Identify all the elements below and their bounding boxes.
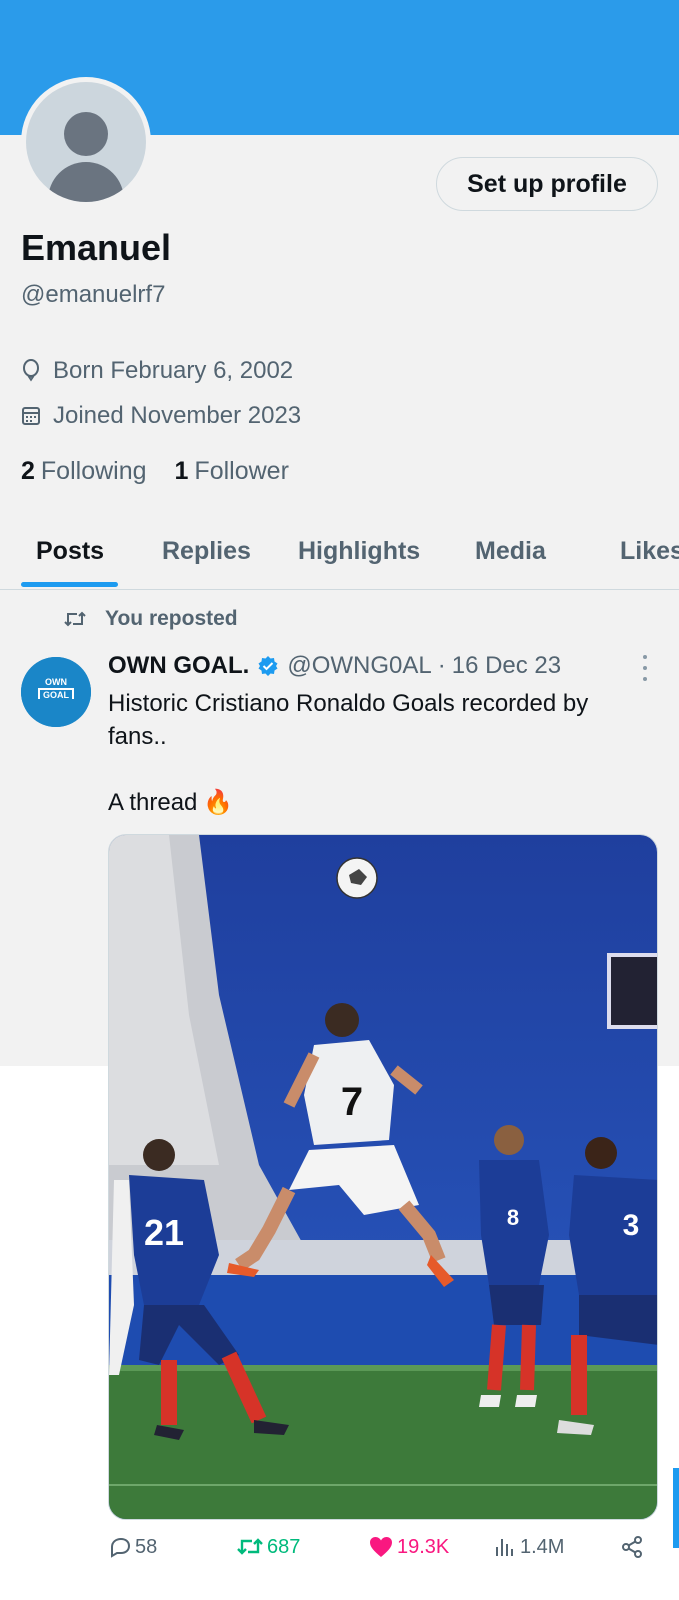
repost-icon (64, 611, 86, 627)
football-photo-icon: 7 21 8 3 (109, 835, 657, 1519)
svg-text:8: 8 (507, 1205, 519, 1230)
repost-count: 687 (267, 1535, 301, 1558)
reply-action[interactable]: 58 (108, 1535, 157, 1559)
views-action[interactable]: 1.4M (493, 1535, 564, 1559)
like-action[interactable]: 19.3K (368, 1535, 449, 1559)
date-separator: · (437, 652, 446, 679)
post-thread-line: A thread 🔥 (108, 788, 233, 817)
author-avatar[interactable]: OWN GOAL (21, 657, 91, 727)
repost-indicator: You reposted (63, 607, 238, 631)
follow-stats: 2 Following 1 Follower (21, 457, 317, 486)
profile-name: Emanuel (21, 227, 172, 268)
own-goal-logo-icon: OWN GOAL (21, 657, 91, 727)
calendar-icon (22, 407, 40, 425)
tab-posts[interactable]: Posts (36, 537, 104, 566)
active-tab-indicator (21, 582, 118, 587)
author-name[interactable]: OWN GOAL. (108, 652, 249, 680)
logo-text-top: OWN (45, 677, 67, 687)
author-handle[interactable]: @OWNG0AL (287, 652, 431, 680)
tab-highlights[interactable]: Highlights (298, 537, 420, 566)
views-icon (496, 1539, 513, 1556)
heart-icon (370, 1537, 392, 1557)
balloon-icon (23, 359, 39, 382)
followers-link[interactable]: 1 Follower (175, 457, 289, 486)
tab-likes[interactable]: Likes (620, 537, 679, 566)
scrollbar[interactable] (673, 1468, 679, 1548)
like-count: 19.3K (397, 1535, 450, 1558)
joined-text: Joined November 2023 (53, 402, 302, 429)
reply-count: 58 (135, 1535, 158, 1558)
tab-media[interactable]: Media (475, 537, 546, 566)
share-action[interactable] (620, 1535, 647, 1559)
thread-text: A thread (108, 788, 198, 816)
verified-badge-icon (258, 656, 278, 676)
post-media-image[interactable]: 7 21 8 3 (108, 834, 658, 1520)
birthdate-text: Born February 6, 2002 (53, 357, 294, 384)
share-icon (622, 1536, 642, 1558)
repost-label: You reposted (105, 607, 238, 630)
reply-icon (111, 1537, 131, 1558)
views-count: 1.4M (520, 1535, 565, 1558)
default-avatar-icon (26, 82, 146, 202)
profile-tabs: Posts Replies Highlights Media Likes (0, 520, 679, 590)
post-date[interactable]: 16 Dec 23 (452, 652, 561, 680)
post-actions: 58 687 19.3K 1.4M (108, 1535, 648, 1565)
tab-replies[interactable]: Replies (162, 537, 251, 566)
profile-handle: @emanuelrf7 (21, 281, 166, 308)
birthdate-row: Born February 6, 2002 (21, 357, 293, 385)
post-text: Historic Cristiano Ronaldo Goals recorde… (108, 690, 589, 750)
svg-text:3: 3 (623, 1209, 640, 1242)
joined-row: Joined November 2023 (21, 402, 301, 430)
following-link[interactable]: 2 Following (21, 457, 147, 486)
fire-emoji: 🔥 (203, 789, 234, 816)
more-options-icon[interactable] (641, 655, 649, 681)
post-header: OWN GOAL. @OWNG0AL · 16 Dec 23 (108, 652, 561, 680)
profile-avatar[interactable] (21, 77, 151, 207)
svg-text:7: 7 (341, 1080, 363, 1124)
setup-profile-button[interactable]: Set up profile (436, 157, 658, 211)
svg-text:21: 21 (144, 1212, 184, 1253)
repost-icon (237, 1538, 263, 1555)
logo-text-bottom: GOAL (43, 690, 70, 700)
repost-action[interactable]: 687 (236, 1535, 300, 1559)
